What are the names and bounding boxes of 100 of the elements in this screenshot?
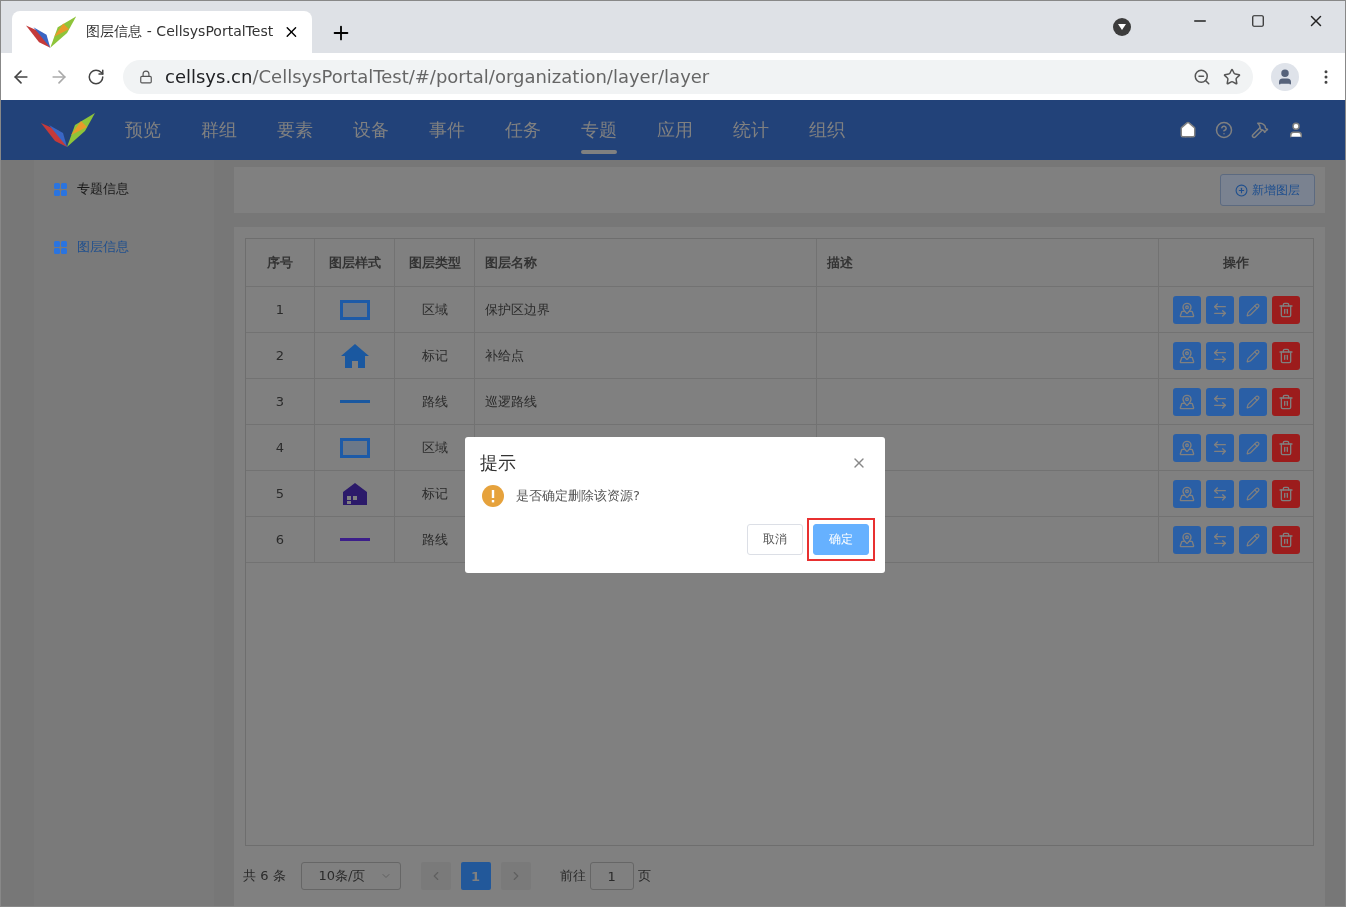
goto-label: 前往	[559, 867, 586, 885]
table-cell: 区域	[395, 287, 475, 332]
pencil-icon	[1245, 348, 1260, 363]
nav-tab[interactable]: 群组	[181, 100, 257, 160]
column-header: 图层样式	[315, 239, 395, 286]
next-page-button[interactable]	[500, 862, 531, 890]
swap-button[interactable]	[1205, 387, 1234, 416]
cancel-button[interactable]: 取消	[747, 524, 803, 555]
edit-button[interactable]	[1238, 341, 1267, 370]
nav-tab[interactable]: 专题	[561, 100, 637, 160]
table-cell: 保护区边界	[475, 287, 817, 332]
profile-icon[interactable]	[1271, 62, 1299, 91]
table-cell: 1	[246, 287, 315, 332]
pencil-icon	[1245, 440, 1260, 455]
table-cell: 巡逻路线	[475, 379, 817, 424]
map-button[interactable]	[1172, 341, 1201, 370]
swap-button[interactable]	[1205, 433, 1234, 462]
delete-button[interactable]	[1271, 387, 1300, 416]
trash-icon	[1277, 301, 1294, 318]
edit-button[interactable]	[1238, 295, 1267, 324]
nav-tab[interactable]: 事件	[409, 100, 485, 160]
sidebar-item[interactable]: 专题信息	[54, 180, 214, 198]
tools-icon[interactable]	[1251, 121, 1269, 139]
map-button[interactable]	[1172, 387, 1201, 416]
trash-icon	[1277, 439, 1294, 456]
nav-tab[interactable]: 预览	[105, 100, 181, 160]
warning-icon	[482, 485, 504, 507]
swap-button[interactable]	[1205, 341, 1234, 370]
edit-button[interactable]	[1238, 433, 1267, 462]
help-icon[interactable]	[1215, 121, 1233, 139]
swap-button[interactable]	[1205, 295, 1234, 324]
trash-icon	[1277, 485, 1294, 502]
swap-button[interactable]	[1205, 525, 1234, 554]
map-button[interactable]	[1172, 433, 1201, 462]
pencil-icon	[1245, 394, 1260, 409]
delete-button[interactable]	[1271, 295, 1300, 324]
table-cell: 4	[246, 425, 315, 470]
dropdown-icon[interactable]	[1113, 18, 1131, 36]
trash-icon	[1277, 531, 1294, 548]
url-text: cellsys.cn/CellsysPortalTest/#/portal/organization/layer/layer	[165, 66, 711, 88]
nav-tab[interactable]: 任务	[485, 100, 561, 160]
plus-circle-icon	[1235, 183, 1248, 197]
user-icon[interactable]	[1287, 121, 1305, 139]
trash-icon	[1277, 347, 1294, 364]
confirm-button[interactable]: 确定	[813, 524, 869, 555]
table-cell: 补给点	[475, 333, 817, 378]
zoom-out-icon[interactable]	[1193, 67, 1211, 86]
column-header: 图层类型	[395, 239, 475, 286]
map-button[interactable]	[1172, 479, 1201, 508]
add-layer-button[interactable]: 新增图层	[1220, 174, 1315, 206]
delete-button[interactable]	[1271, 341, 1300, 370]
edit-button[interactable]	[1238, 387, 1267, 416]
page-suffix: 页	[637, 867, 651, 885]
swap-icon	[1211, 393, 1228, 410]
map-button[interactable]	[1172, 525, 1201, 554]
map-button[interactable]	[1172, 295, 1201, 324]
edit-button[interactable]	[1238, 525, 1267, 554]
table-cell: 路线	[395, 379, 475, 424]
dialog-message: 是否确定删除该资源?	[516, 487, 640, 505]
page-button[interactable]: 1	[460, 862, 491, 890]
column-header: 操作	[1222, 253, 1250, 272]
table-cell: 标记	[395, 333, 475, 378]
column-header: 描述	[817, 239, 1159, 286]
map-pin-icon	[1178, 393, 1195, 410]
map-pin-icon	[1178, 531, 1195, 548]
nav-tab[interactable]: 统计	[713, 100, 789, 160]
nav-tab[interactable]: 组织	[789, 100, 865, 160]
reload-icon[interactable]	[87, 67, 105, 86]
prev-page-button[interactable]	[420, 862, 451, 890]
column-header: 图层名称	[475, 239, 817, 286]
pencil-icon	[1245, 486, 1260, 501]
delete-button[interactable]	[1271, 479, 1300, 508]
swap-button[interactable]	[1205, 479, 1234, 508]
nav-tab[interactable]: 应用	[637, 100, 713, 160]
table-cell: 3	[246, 379, 315, 424]
address-bar[interactable]: cellsys.cn/CellsysPortalTest/#/portal/organization/layer/layer	[123, 59, 1253, 94]
swap-icon	[1211, 531, 1228, 548]
page-size-select[interactable]: 10条/页	[300, 862, 401, 890]
swap-icon	[1211, 301, 1228, 318]
table-cell: 2	[246, 333, 315, 378]
map-pin-icon	[1178, 301, 1195, 318]
swap-icon	[1211, 439, 1228, 456]
sidebar-item[interactable]: 图层信息	[54, 238, 214, 256]
delete-button[interactable]	[1271, 433, 1300, 462]
map-pin-icon	[1178, 439, 1195, 456]
browser-tab[interactable]: 图层信息 - CellsysPortalTest	[12, 11, 312, 54]
tab-title: 图层信息 - CellsysPortalTest	[86, 23, 274, 42]
page-input[interactable]: 1	[589, 862, 634, 890]
nav-tab[interactable]: 设备	[333, 100, 409, 160]
pencil-icon	[1245, 532, 1260, 547]
pencil-icon	[1245, 302, 1260, 317]
swap-icon	[1211, 347, 1228, 364]
star-icon[interactable]	[1223, 67, 1241, 86]
delete-button[interactable]	[1271, 525, 1300, 554]
home-icon[interactable]	[1179, 121, 1197, 139]
total-count: 共 6 条	[243, 867, 286, 885]
nav-tab[interactable]: 要素	[257, 100, 333, 160]
map-pin-icon	[1178, 485, 1195, 502]
logo-icon	[41, 111, 95, 149]
edit-button[interactable]	[1238, 479, 1267, 508]
